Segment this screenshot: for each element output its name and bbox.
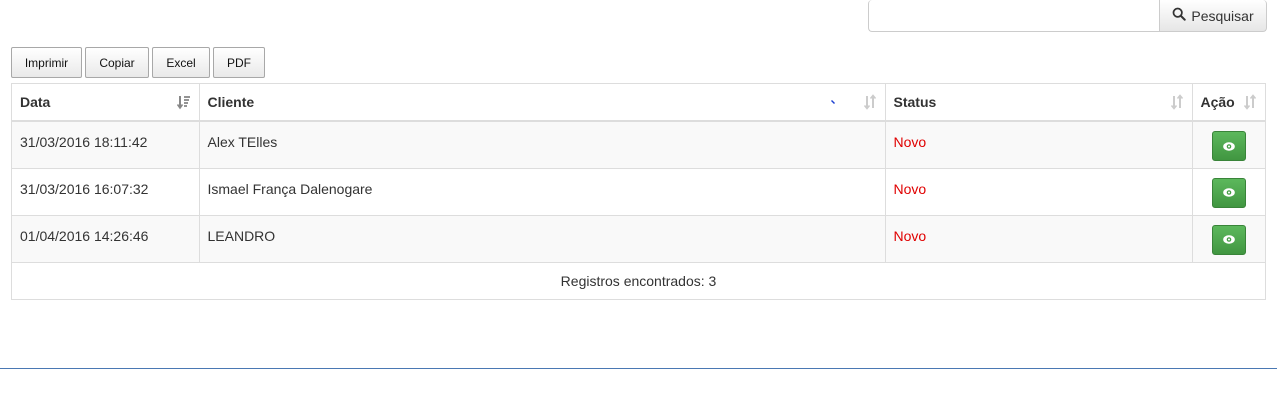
column-header-cliente[interactable]: Cliente [199, 84, 886, 122]
footer-divider [0, 368, 1277, 369]
sort-desc-icon [176, 94, 191, 110]
search-icon [1172, 7, 1187, 24]
print-button[interactable]: Imprimir [11, 47, 82, 78]
cell-acao [1192, 167, 1265, 215]
cell-acao [1192, 121, 1265, 168]
records-table: Data Cliente Status Ação 31/03/2016 18:1… [11, 83, 1266, 300]
cell-status: Novo [885, 121, 1193, 168]
eye-icon [1222, 139, 1235, 154]
table-row: 31/03/2016 18:11:42 Alex TElles Novo [12, 121, 1265, 168]
pdf-button[interactable]: PDF [213, 47, 265, 78]
view-button[interactable] [1211, 224, 1246, 255]
sort-icon [1170, 94, 1184, 110]
sort-marker-icon [831, 100, 835, 104]
view-button[interactable] [1211, 177, 1246, 208]
column-header-label: Ação [1200, 94, 1235, 110]
cell-status: Novo [885, 167, 1193, 215]
column-header-acao[interactable]: Ação [1192, 84, 1265, 122]
cell-cliente: Alex TElles [199, 121, 886, 168]
sort-icon [863, 94, 877, 110]
search-group: Pesquisar [868, 0, 1267, 32]
column-header-status[interactable]: Status [885, 84, 1193, 122]
column-header-label: Status [893, 94, 937, 110]
column-header-label: Cliente [207, 94, 255, 110]
cell-data: 01/04/2016 14:26:46 [12, 214, 200, 262]
table-row: 31/03/2016 16:07:32 Ismael França Daleno… [12, 167, 1265, 215]
view-button[interactable] [1211, 131, 1246, 161]
cell-data: 31/03/2016 18:11:42 [12, 121, 200, 168]
search-button[interactable]: Pesquisar [1159, 0, 1267, 32]
eye-icon [1222, 232, 1235, 247]
copy-button[interactable]: Copiar [85, 47, 149, 78]
cell-acao [1192, 214, 1265, 262]
excel-button[interactable]: Excel [152, 47, 210, 78]
export-toolbar: Imprimir Copiar Excel PDF [11, 47, 265, 78]
table-row: 01/04/2016 14:26:46 LEANDRO Novo [12, 214, 1265, 262]
cell-cliente: LEANDRO [199, 214, 886, 262]
search-input[interactable] [868, 0, 1159, 32]
records-count: Registros encontrados: 3 [12, 261, 1265, 299]
sort-icon [1243, 94, 1257, 110]
column-header-data[interactable]: Data [12, 84, 200, 122]
column-header-label: Data [20, 94, 51, 110]
eye-icon [1222, 185, 1235, 200]
cell-status: Novo [885, 214, 1193, 262]
cell-data: 31/03/2016 16:07:32 [12, 167, 200, 215]
cell-cliente: Ismael França Dalenogare [199, 167, 886, 215]
search-button-label: Pesquisar [1191, 7, 1254, 24]
